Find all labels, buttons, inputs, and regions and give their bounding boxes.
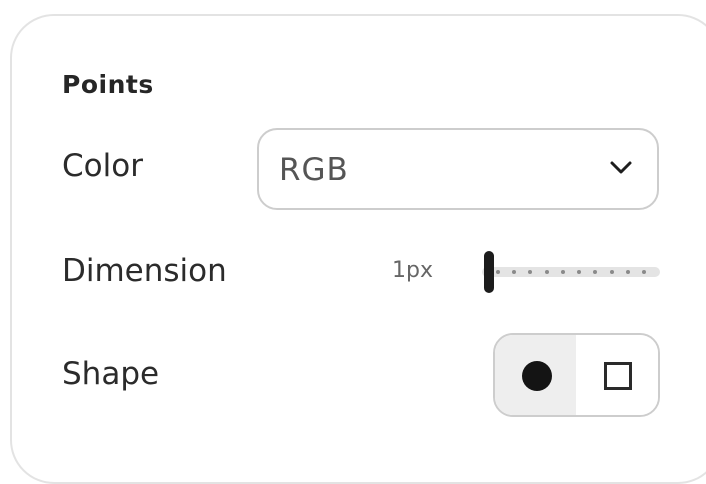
color-select-value: RGB (279, 152, 349, 188)
slider-tick (609, 270, 614, 274)
square-icon (604, 362, 632, 390)
shape-option-circle[interactable] (495, 335, 576, 415)
dimension-label: Dimension (62, 253, 227, 289)
slider-tick (560, 270, 565, 274)
shape-label: Shape (62, 356, 160, 392)
slider-handle[interactable] (484, 251, 494, 293)
color-label: Color (62, 148, 143, 184)
slider-tick (625, 270, 630, 274)
slider-tick (544, 270, 549, 274)
slider-tick (593, 270, 598, 274)
dimension-value: 1px (392, 258, 433, 283)
dimension-slider[interactable] (482, 251, 660, 293)
slider-ticks (496, 270, 646, 274)
chevron-down-icon (610, 161, 632, 174)
section-title: Points (62, 70, 154, 99)
slider-tick (528, 270, 533, 274)
shape-toggle (493, 333, 660, 417)
shape-option-square[interactable] (577, 335, 658, 415)
circle-icon (522, 361, 552, 391)
color-select[interactable]: RGB (257, 128, 659, 210)
slider-tick (512, 270, 517, 274)
slider-tick (496, 270, 500, 274)
slider-tick (641, 270, 646, 274)
slider-tick (577, 270, 582, 274)
